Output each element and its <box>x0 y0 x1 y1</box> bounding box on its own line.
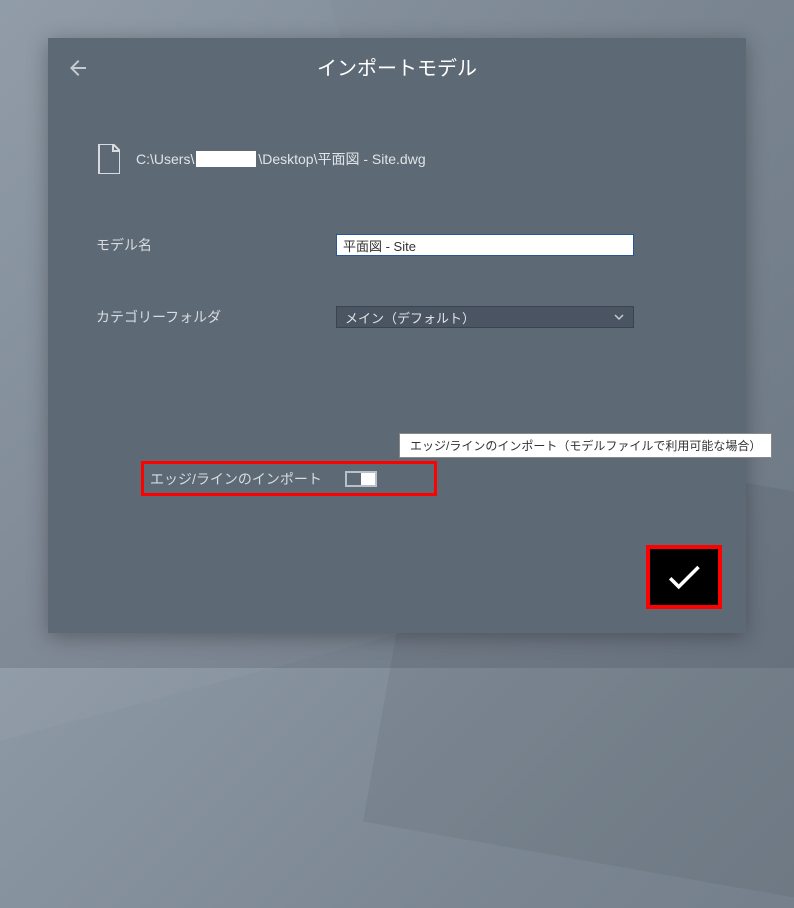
category-row: カテゴリーフォルダ メイン（デフォルト） <box>96 306 698 328</box>
chevron-down-icon <box>613 311 625 323</box>
confirm-button[interactable] <box>646 545 722 609</box>
dialog-header: インポートモデル <box>48 38 746 94</box>
toggle-knob <box>361 473 375 485</box>
category-value: メイン（デフォルト） <box>345 308 475 327</box>
edge-import-toggle[interactable] <box>345 471 377 487</box>
checkmark-icon <box>663 556 705 598</box>
file-path-text: C:\Users\ \Desktop\平面図 - Site.dwg <box>136 149 426 169</box>
edge-import-highlight: エッジ/ラインのインポート <box>141 461 437 496</box>
dialog-title: インポートモデル <box>317 52 477 81</box>
back-button[interactable] <box>66 56 90 80</box>
edge-import-label: エッジ/ラインのインポート <box>150 469 345 489</box>
edge-import-tooltip: エッジ/ラインのインポート（モデルファイルで利用可能な場合） <box>399 433 772 458</box>
import-model-dialog: インポートモデル C:\Users\ \Desktop\平面図 - Site.d… <box>48 38 746 633</box>
model-name-input[interactable] <box>336 234 634 256</box>
file-path-prefix: C:\Users\ <box>136 151 194 167</box>
redacted-username <box>196 151 256 167</box>
model-name-label: モデル名 <box>96 235 336 255</box>
file-path-row: C:\Users\ \Desktop\平面図 - Site.dwg <box>96 144 698 174</box>
category-label: カテゴリーフォルダ <box>96 307 336 327</box>
model-name-row: モデル名 <box>96 234 698 256</box>
category-select[interactable]: メイン（デフォルト） <box>336 306 634 328</box>
file-path-suffix: \Desktop\平面図 - Site.dwg <box>258 149 425 169</box>
arrow-left-icon <box>66 56 90 80</box>
file-icon <box>96 144 120 174</box>
